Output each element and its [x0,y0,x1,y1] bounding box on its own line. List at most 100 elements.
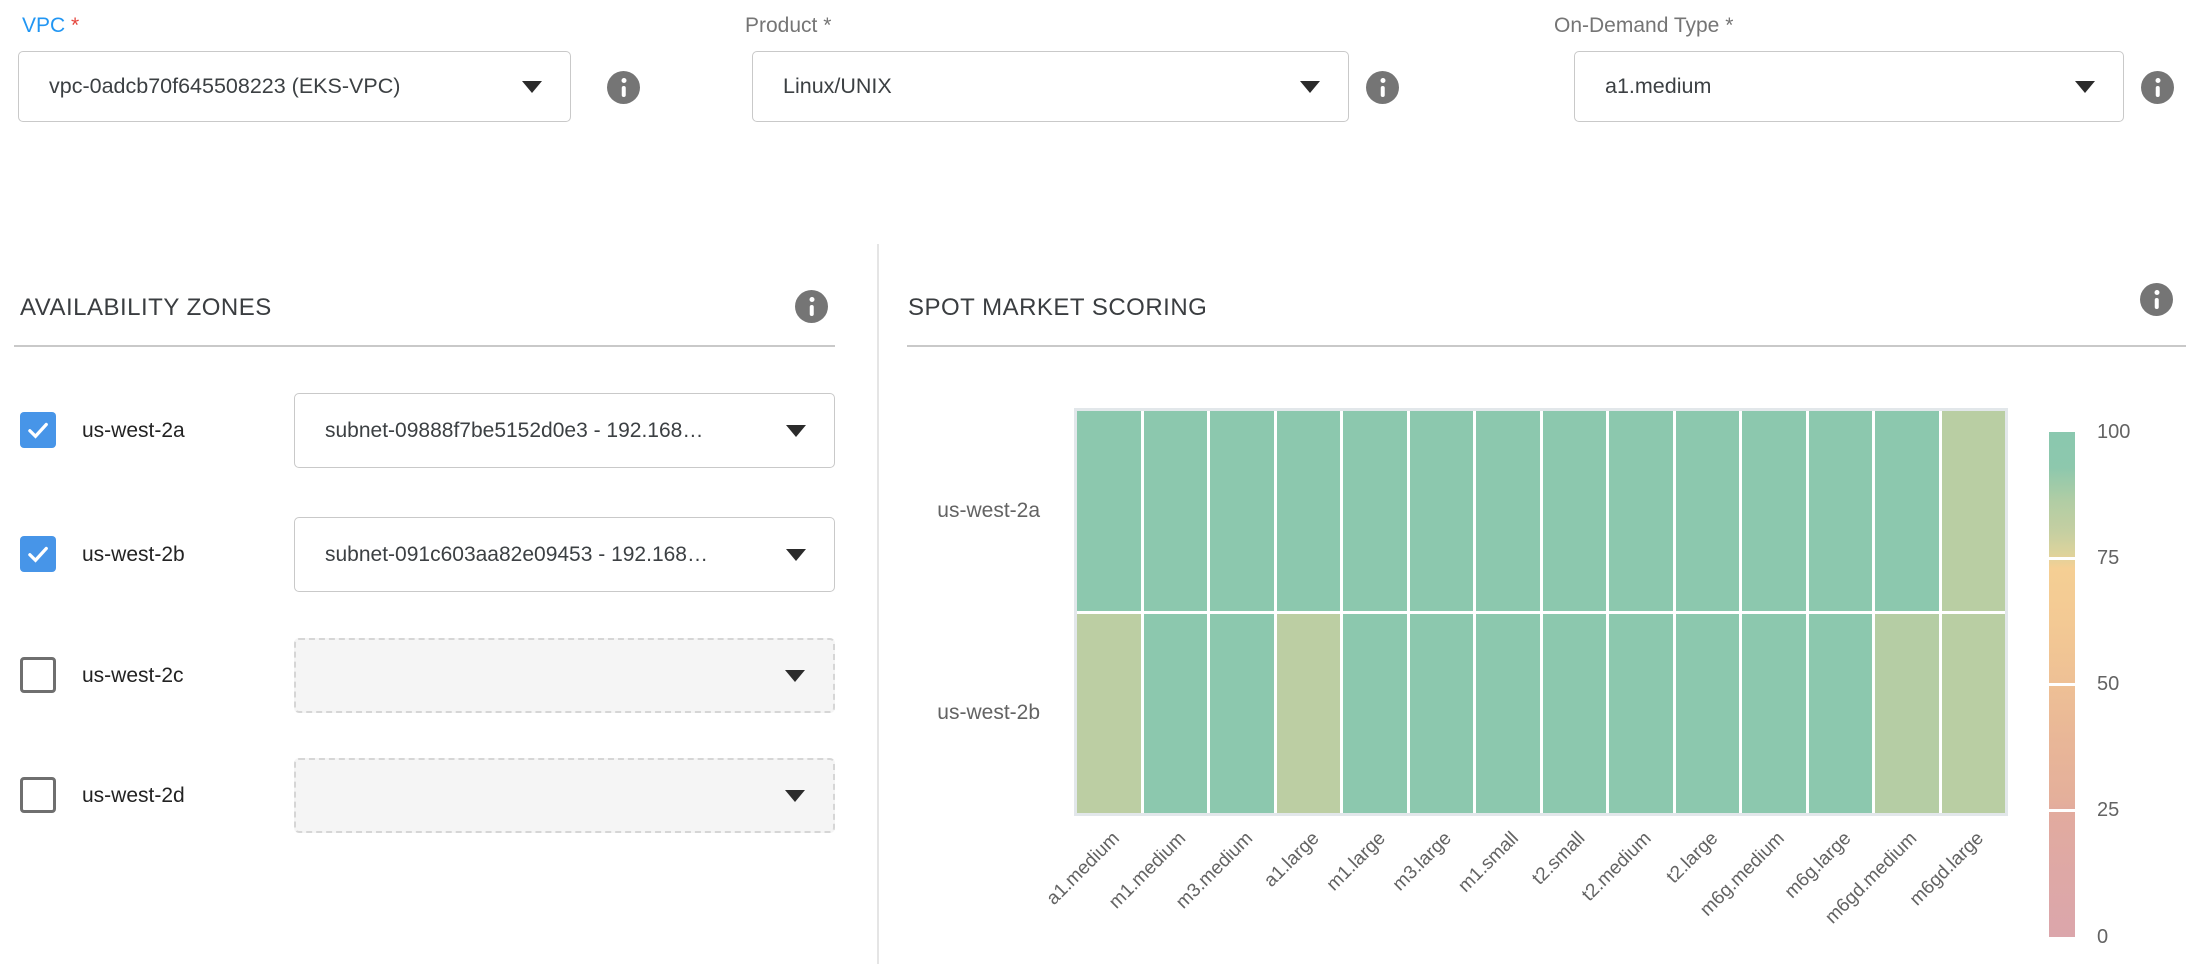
product-label: Product * [745,14,831,38]
zone-checkbox-us-west-2c[interactable] [20,657,56,693]
zone-checkbox-us-west-2b[interactable] [20,536,56,572]
zone-name-label: us-west-2c [82,664,184,688]
heatmap-cell-us-west-2a-m6gd.medium[interactable] [1875,411,1939,611]
spot-market-scoring-title: SPOT MARKET SCORING [908,294,1207,322]
zone-name-label: us-west-2d [82,784,185,808]
heatmap-cell-us-west-2a-m3.medium[interactable] [1210,411,1274,611]
product-label-text: Product [745,14,817,37]
heatmap-cell-us-west-2a-m3.large[interactable] [1410,411,1474,611]
caret-down-icon [1300,81,1320,93]
product-select[interactable]: Linux/UNIX [752,51,1349,122]
subnet-select-us-west-2c [294,638,835,713]
info-icon[interactable] [2141,71,2174,104]
check-icon [23,539,53,569]
zone-row-us-west-2b: us-west-2b subnet-091c603aa82e09453 - 192… [0,517,875,592]
info-icon[interactable] [1366,71,1399,104]
y-axis-label-us-west-2b: us-west-2b [937,700,1040,726]
heatmap-cell-us-west-2a-t2.medium[interactable] [1609,411,1673,611]
spot-market-scoring-underline [907,345,2186,347]
product-select-value: Linux/UNIX [753,74,1300,99]
vpc-label-text: VPC [22,14,65,37]
zone-checkbox-us-west-2a[interactable] [20,412,56,448]
caret-down-icon [522,81,542,93]
zone-row-us-west-2c: us-west-2c [0,638,875,713]
heatmap-cell-us-west-2b-m6gd.medium[interactable] [1875,614,1939,814]
subnet-select-value: subnet-091c603aa82e09453 - 192.168… [295,543,786,567]
heatmap-cell-us-west-2b-m6gd.large[interactable] [1942,614,2006,814]
on-demand-type-label-text: On-Demand Type [1554,14,1719,37]
info-icon[interactable] [2140,283,2173,316]
check-icon [23,415,53,445]
heatmap-cell-us-west-2b-m1.medium[interactable] [1144,614,1208,814]
subnet-select-us-west-2d [294,758,835,833]
spot-configuration-page: VPC * vpc-0adcb70f645508223 (EKS-VPC) Pr… [0,0,2196,964]
legend-tick-line [2049,557,2075,560]
availability-zones-title: AVAILABILITY ZONES [20,294,272,322]
info-icon[interactable] [795,290,828,323]
caret-down-icon [785,670,805,682]
zone-checkbox-us-west-2d[interactable] [20,777,56,813]
heatmap-cell-us-west-2b-a1.large[interactable] [1277,614,1341,814]
x-axis-label-m3.large: m3.large [1389,828,1457,896]
x-axis-label-t2.medium: t2.medium [1578,828,1656,906]
subnet-select-value: subnet-09888f7be5152d0e3 - 192.168… [295,419,786,443]
heatmap-cell-us-west-2b-m6g.large[interactable] [1809,614,1873,814]
legend-tick-label-25: 25 [2097,798,2119,823]
heatmap-cell-us-west-2a-t2.large[interactable] [1676,411,1740,611]
heatmap-cell-us-west-2b-m1.small[interactable] [1476,614,1540,814]
heatmap-color-legend [2049,432,2075,937]
heatmap-cell-us-west-2a-a1.large[interactable] [1277,411,1341,611]
heatmap-cell-us-west-2a-m1.medium[interactable] [1144,411,1208,611]
heatmap-cell-us-west-2b-t2.medium[interactable] [1609,614,1673,814]
subnet-select-us-west-2b[interactable]: subnet-091c603aa82e09453 - 192.168… [294,517,835,592]
x-axis-label-a1.large: a1.large [1260,828,1324,892]
caret-down-icon [785,790,805,802]
on-demand-type-label: On-Demand Type * [1554,14,1733,38]
heatmap-cell-us-west-2a-t2.small[interactable] [1543,411,1607,611]
vpc-required-mark: * [71,14,79,37]
on-demand-type-required-mark: * [1725,14,1733,37]
vpc-select-value: vpc-0adcb70f645508223 (EKS-VPC) [19,74,522,99]
legend-tick-line [2049,683,2075,686]
legend-tick-label-0: 0 [2097,925,2108,950]
x-axis-label-m1.small: m1.small [1454,828,1523,897]
x-axis-label-m1.large: m1.large [1322,828,1390,896]
availability-zones-underline [14,345,835,347]
heatmap-cell-us-west-2b-a1.medium[interactable] [1077,614,1141,814]
legend-tick-label-100: 100 [2097,420,2130,445]
legend-tick-label-75: 75 [2097,546,2119,571]
caret-down-icon [786,549,806,561]
heatmap-cell-us-west-2b-m3.large[interactable] [1410,614,1474,814]
heatmap-cell-us-west-2a-m6gd.large[interactable] [1942,411,2006,611]
x-axis-label-t2.large: t2.large [1662,828,1722,888]
section-divider [877,244,879,964]
heatmap-cell-us-west-2a-m6g.large[interactable] [1809,411,1873,611]
subnet-select-us-west-2a[interactable]: subnet-09888f7be5152d0e3 - 192.168… [294,393,835,468]
legend-tick-line [2049,809,2075,812]
heatmap-cell-us-west-2b-m1.large[interactable] [1343,614,1407,814]
zone-name-label: us-west-2b [82,543,185,567]
legend-tick-label-50: 50 [2097,672,2119,697]
caret-down-icon [2075,81,2095,93]
zone-row-us-west-2a: us-west-2a subnet-09888f7be5152d0e3 - 192… [0,393,875,468]
heatmap-cell-us-west-2a-m1.small[interactable] [1476,411,1540,611]
heatmap-cell-us-west-2b-t2.small[interactable] [1543,614,1607,814]
heatmap-cell-us-west-2a-a1.medium[interactable] [1077,411,1141,611]
vpc-label: VPC * [22,14,79,38]
on-demand-type-select-value: a1.medium [1575,74,2075,99]
heatmap-cell-us-west-2b-m3.medium[interactable] [1210,614,1274,814]
caret-down-icon [786,425,806,437]
x-axis-label-t2.small: t2.small [1528,828,1590,890]
zone-name-label: us-west-2a [82,419,185,443]
zone-row-us-west-2d: us-west-2d [0,758,875,833]
on-demand-type-select[interactable]: a1.medium [1574,51,2124,122]
info-icon[interactable] [607,71,640,104]
heatmap-cell-us-west-2a-m1.large[interactable] [1343,411,1407,611]
product-required-mark: * [823,14,831,37]
spot-scoring-heatmap [1074,408,2008,816]
heatmap-cell-us-west-2b-m6g.medium[interactable] [1742,614,1806,814]
heatmap-cell-us-west-2a-m6g.medium[interactable] [1742,411,1806,611]
heatmap-cell-us-west-2b-t2.large[interactable] [1676,614,1740,814]
vpc-select[interactable]: vpc-0adcb70f645508223 (EKS-VPC) [18,51,571,122]
y-axis-label-us-west-2a: us-west-2a [937,498,1040,524]
